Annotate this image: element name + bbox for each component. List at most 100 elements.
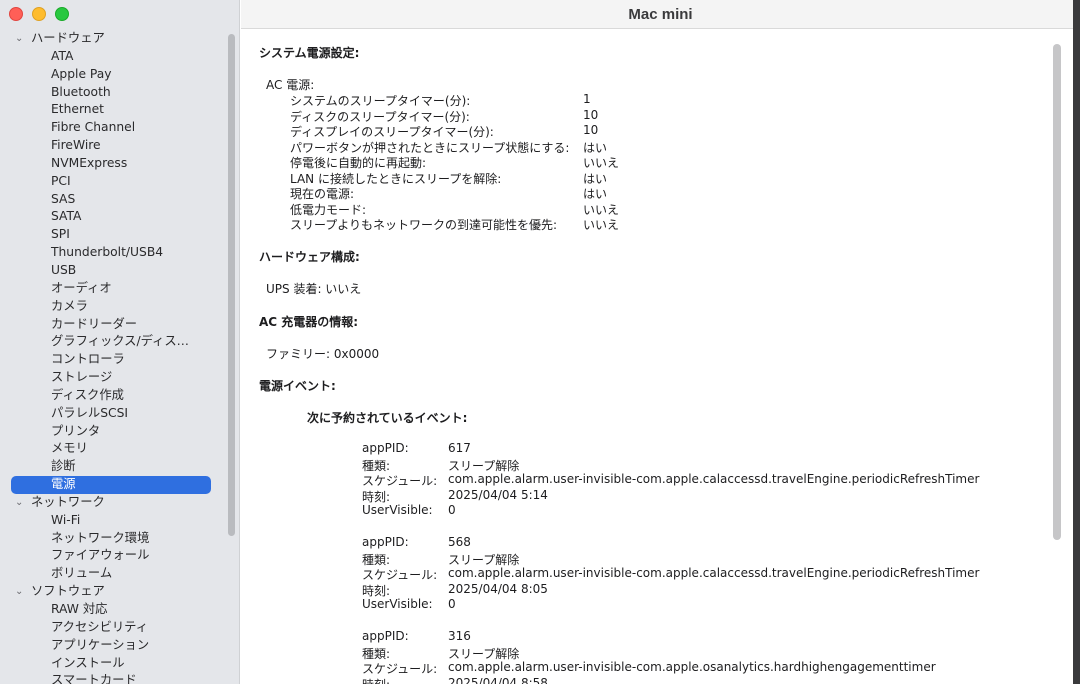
sidebar-item[interactable]: ネットワーク環境 — [0, 530, 226, 548]
sidebar-group-label: ソフトウェア — [31, 584, 105, 599]
event-field-value: com.apple.alarm.user-invisible-com.apple… — [448, 566, 980, 580]
sidebar-group[interactable]: ⌄ ネットワーク — [0, 494, 226, 512]
sidebar-item[interactable]: ディスク作成 — [0, 387, 226, 405]
event-field-key: appPID: — [362, 629, 409, 643]
event-field-key: スケジュール: — [362, 662, 438, 676]
sidebar-item[interactable]: グラフィックス/ディス… — [0, 333, 226, 351]
setting-value: 1 — [583, 92, 591, 106]
sidebar-group[interactable]: ⌄ ソフトウェア — [0, 583, 226, 601]
chevron-down-icon[interactable]: ⌄ — [15, 583, 23, 601]
event-field-key: 種類: — [362, 646, 391, 661]
minimize-button[interactable] — [32, 7, 46, 21]
sidebar-item[interactable]: RAW 対応 — [0, 601, 226, 619]
sidebar-item[interactable]: PCI — [0, 173, 226, 191]
sidebar-item[interactable]: インストール — [0, 655, 226, 673]
setting-key: LAN に接続したときにスリープを解除: — [290, 171, 502, 186]
sidebar-item[interactable]: USB — [0, 262, 226, 280]
event-field-key: 種類: — [362, 552, 391, 567]
sidebar-item[interactable]: 診断 — [0, 458, 226, 476]
sidebar-item[interactable]: オーディオ — [0, 280, 226, 298]
sidebar: ⌄ ハードウェア ATA Apple Pay Bluetooth Ethernet Fibr… — [0, 0, 240, 684]
sidebar-item[interactable]: Bluetooth — [0, 84, 226, 102]
setting-value: 10 — [583, 123, 599, 137]
sidebar-item[interactable]: カメラ — [0, 298, 226, 316]
setting-value: はい — [583, 140, 608, 155]
sidebar-item[interactable]: Apple Pay — [0, 66, 226, 84]
setting-key: 現在の電源: — [290, 187, 355, 201]
event-field-key: appPID: — [362, 441, 409, 455]
sidebar-item[interactable]: ファイアウォール — [0, 547, 226, 565]
setting-key: 停電後に自動的に再起動: — [290, 156, 427, 170]
sidebar-item[interactable]: ATA — [0, 48, 226, 66]
event-field-key: 時刻: — [362, 583, 391, 598]
sidebar-item[interactable]: カードリーダー — [0, 316, 226, 334]
sidebar-item[interactable]: FireWire — [0, 137, 226, 155]
event-field-value: 617 — [448, 441, 471, 455]
subsection-heading: 次に予約されているイベント: — [307, 411, 468, 425]
section-heading: システム電源設定: — [259, 46, 360, 60]
setting-key: 低電力モード: — [290, 202, 367, 217]
system-information-window: ⌄ ハードウェア ATA Apple Pay Bluetooth Ethernet Fibr… — [0, 0, 1080, 684]
event-field-value: 2025/04/04 8:58 — [448, 675, 548, 684]
detail-scrollbar[interactable] — [1053, 44, 1061, 540]
sidebar-item[interactable]: アプリケーション — [0, 637, 226, 655]
sidebar-item[interactable]: メモリ — [0, 440, 226, 458]
event-field-value: com.apple.alarm.user-invisible-com.apple… — [448, 472, 980, 486]
section-heading: AC 充電器の情報: — [259, 315, 359, 329]
window-edge — [1073, 0, 1080, 684]
sidebar-item[interactable]: ボリューム — [0, 565, 226, 583]
chevron-down-icon[interactable]: ⌄ — [15, 494, 23, 512]
event-field-value: com.apple.alarm.user-invisible-com.apple… — [448, 660, 936, 674]
sidebar-item[interactable]: ストレージ — [0, 369, 226, 387]
sidebar-item[interactable]: NVMExpress — [0, 155, 226, 173]
event-field-value: 316 — [448, 629, 471, 643]
sidebar-item[interactable]: 電源 — [11, 476, 211, 494]
setting-key: スリープよりもネットワークの到達可能性を優先: — [290, 218, 558, 232]
section-heading: 電源イベント: — [259, 379, 336, 393]
window-title: Mac mini — [241, 0, 1080, 29]
setting-key: パワーボタンが押されたときにスリープ状態にする: — [290, 140, 570, 155]
sidebar-item[interactable]: SPI — [0, 226, 226, 244]
sidebar-item[interactable]: Wi-Fi — [0, 512, 226, 530]
event-field-value: 568 — [448, 535, 471, 549]
sidebar-item[interactable]: Ethernet — [0, 101, 226, 119]
chevron-down-icon[interactable]: ⌄ — [15, 30, 23, 48]
close-button[interactable] — [9, 7, 23, 21]
event-field-value: スリープ解除 — [448, 552, 520, 567]
sidebar-group-label: ネットワーク — [31, 494, 105, 509]
sidebar-item[interactable]: SAS — [0, 191, 226, 209]
event-field-key: appPID: — [362, 535, 409, 549]
sidebar-item[interactable]: Fibre Channel — [0, 119, 226, 137]
detail-pane: システム電源設定: AC 電源: システムのスリープタイマー(分): 1 ディスクのスリ… — [241, 30, 1073, 684]
event-field-key: スケジュール: — [362, 474, 438, 488]
setting-key: ディスプレイのスリープタイマー(分): — [290, 125, 494, 139]
sidebar-tree: ⌄ ハードウェア ATA Apple Pay Bluetooth Ethernet Fibr… — [0, 30, 226, 684]
event-field-value: 0 — [448, 597, 456, 611]
sidebar-item[interactable]: パラレルSCSI — [0, 405, 226, 423]
event-field-key: 種類: — [362, 458, 391, 473]
zoom-button[interactable] — [55, 7, 69, 21]
sidebar-item[interactable]: Thunderbolt/USB4 — [0, 244, 226, 262]
sidebar-scrollbar[interactable] — [228, 34, 235, 536]
setting-value: はい — [583, 171, 608, 186]
event-field-key: UserVisible: — [362, 597, 433, 611]
event-field-value: スリープ解除 — [448, 458, 520, 473]
sidebar-item[interactable]: スマートカード — [0, 672, 226, 684]
event-field-key: 時刻: — [362, 489, 391, 504]
event-field-value: 2025/04/04 8:05 — [448, 581, 548, 596]
sidebar-item[interactable]: プリンタ — [0, 423, 226, 441]
sidebar-group[interactable]: ⌄ ハードウェア — [0, 30, 226, 48]
sidebar-item[interactable]: SATA — [0, 208, 226, 226]
setting-row: UPS 装着: いいえ — [266, 282, 362, 296]
event-field-key: UserVisible: — [362, 503, 433, 517]
event-field-key: 時刻: — [362, 676, 390, 684]
setting-row: ファミリー: 0x0000 — [266, 347, 380, 361]
setting-value: はい — [583, 187, 608, 201]
setting-value: いいえ — [583, 202, 620, 217]
setting-value: いいえ — [583, 156, 620, 170]
sidebar-item[interactable]: コントローラ — [0, 351, 226, 369]
event-field-key: スケジュール: — [362, 568, 438, 582]
setting-key: システムのスリープタイマー(分): — [290, 94, 471, 108]
event-field-value: スリープ解除 — [448, 646, 520, 661]
sidebar-item[interactable]: アクセシビリティ — [0, 619, 226, 637]
